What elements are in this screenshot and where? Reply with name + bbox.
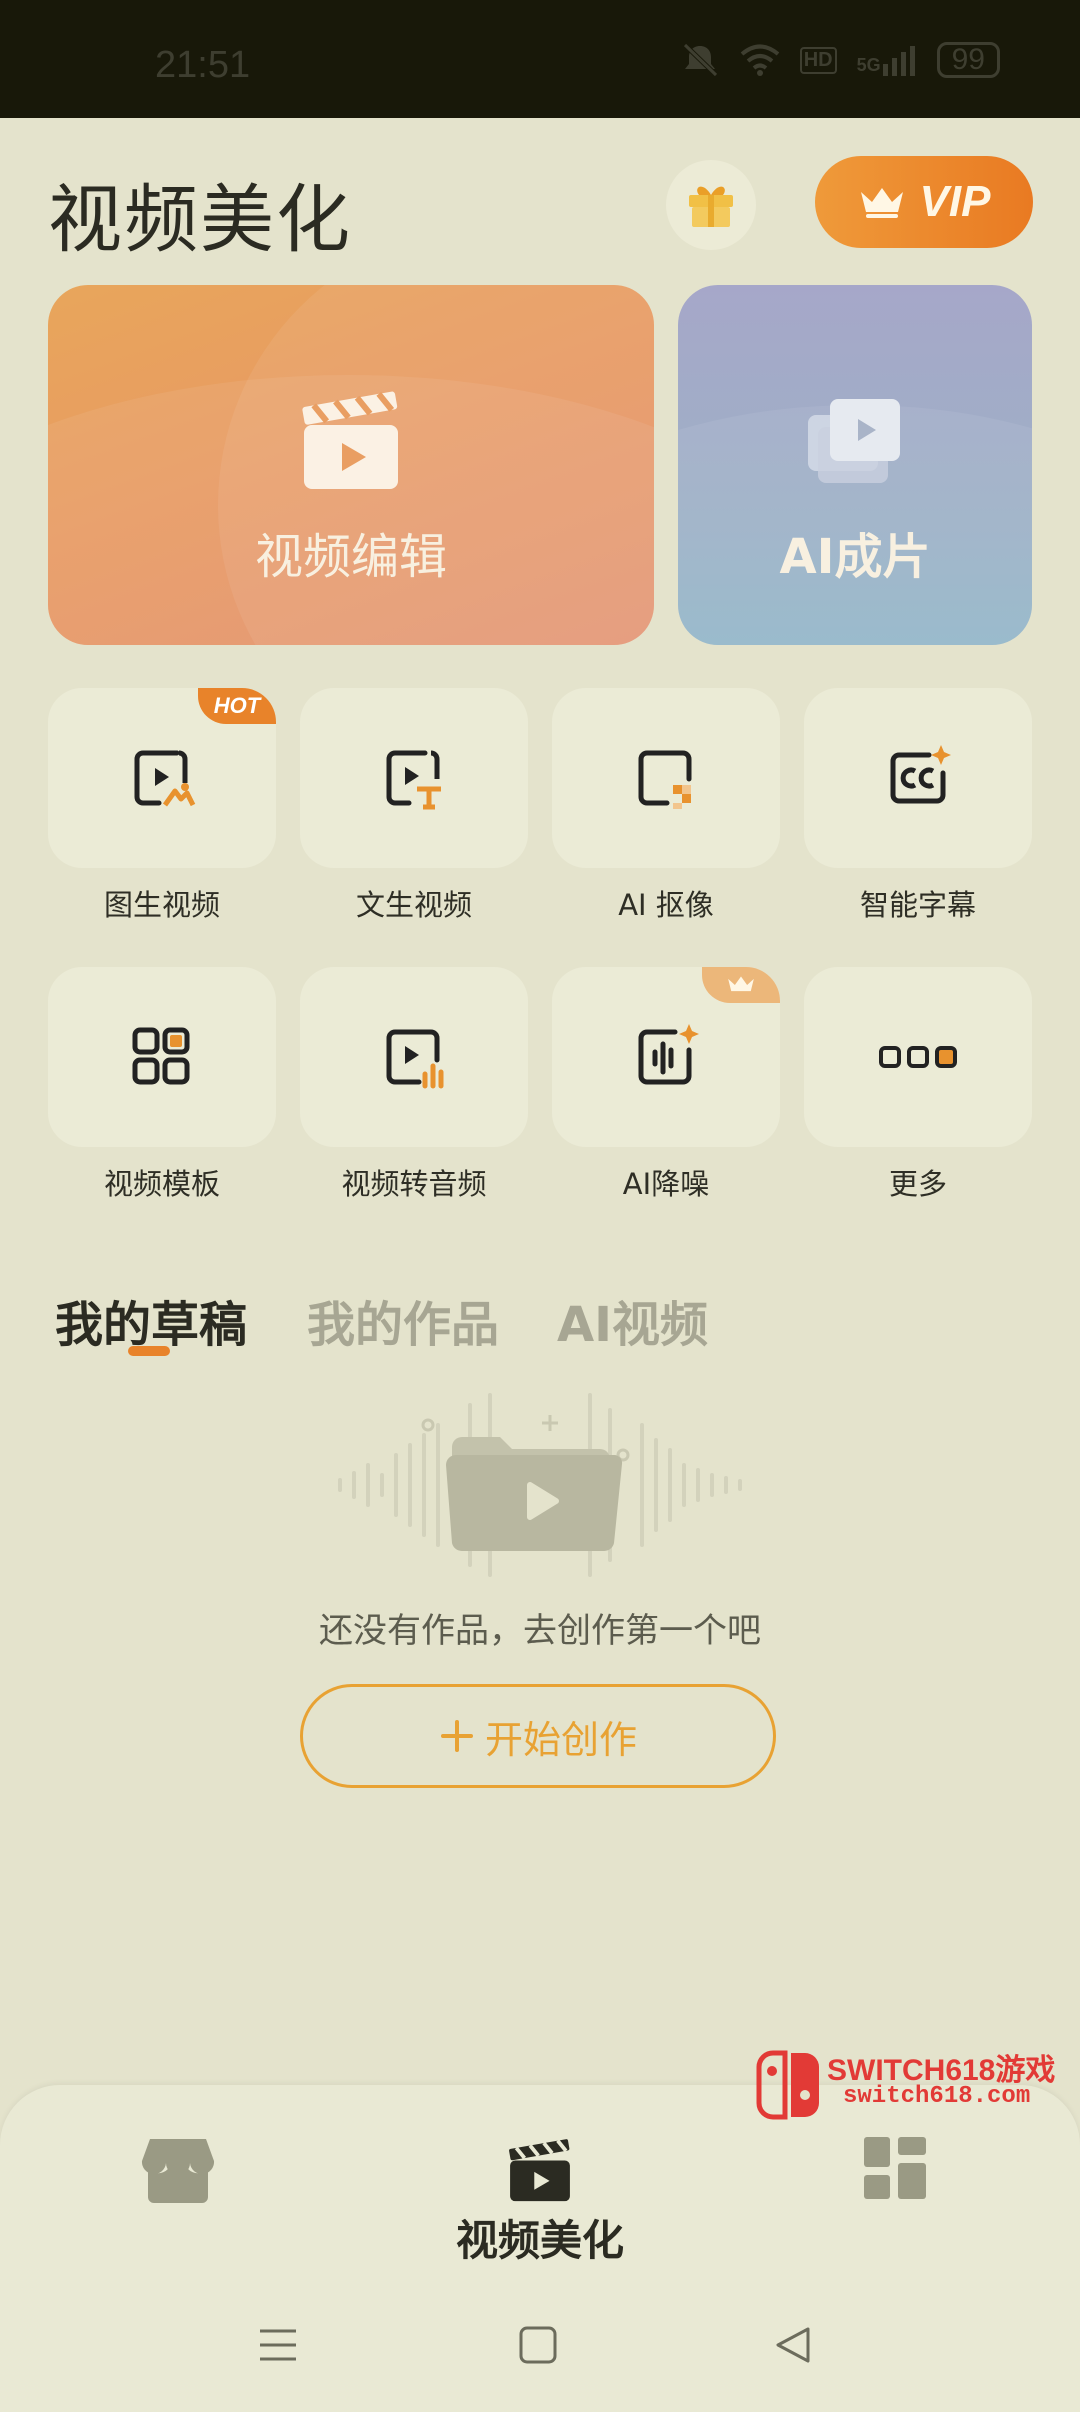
bottom-nav: 视频美化 — [0, 2085, 1080, 2412]
tool-label: AI降噪 — [622, 1167, 710, 1201]
ai-video-label: AI成片 — [779, 529, 931, 585]
gift-icon — [689, 186, 733, 227]
premium-badge — [702, 967, 780, 1003]
switch-logo-icon — [756, 2050, 819, 2120]
tool-text-to-video[interactable]: 文生视频 — [300, 688, 528, 924]
status-icons: HD 5G 99 — [680, 42, 1000, 78]
network-type: 5G — [857, 44, 917, 76]
more-dots-icon — [879, 1046, 957, 1068]
tab-active-indicator — [128, 1346, 170, 1356]
tool-video-to-audio[interactable]: 视频转音频 — [300, 967, 528, 1203]
clapperboard-icon — [302, 391, 398, 489]
video-to-audio-icon — [386, 1029, 444, 1089]
start-creating-button[interactable]: 开始创作 — [300, 1684, 776, 1788]
vip-button[interactable]: VIP — [815, 156, 1033, 248]
network-label: 5G — [856, 55, 881, 75]
tool-tile[interactable] — [48, 967, 276, 1147]
plus-icon — [440, 1720, 473, 1752]
tool-tile[interactable] — [804, 967, 1032, 1147]
tool-tile[interactable] — [552, 688, 780, 868]
tool-label: 智能字幕 — [859, 888, 976, 922]
tool-image-to-video[interactable]: HOT 图生视频 — [48, 688, 276, 924]
text-to-video-icon — [386, 750, 441, 810]
signal-icon — [882, 46, 915, 76]
gift-button[interactable] — [666, 160, 756, 250]
tool-tile[interactable] — [804, 688, 1032, 868]
crown-icon — [860, 188, 903, 218]
clapperboard-icon — [509, 2139, 570, 2202]
tab-my-drafts[interactable]: 我的草稿 — [55, 1285, 247, 1355]
status-bar: 21:51 HD 5G 99 — [0, 0, 1080, 118]
matting-icon — [638, 750, 692, 809]
crown-icon — [728, 976, 754, 992]
stacked-video-icon — [808, 399, 900, 483]
empty-state-message: 还没有作品，去创作第一个吧 — [319, 1611, 761, 1651]
hot-badge: HOT — [198, 688, 276, 724]
tool-tile[interactable] — [300, 688, 528, 868]
tool-label: 视频转音频 — [341, 1167, 487, 1201]
tab-ai-videos[interactable]: AI视频 — [557, 1285, 708, 1355]
tool-tile[interactable]: HOT — [48, 688, 276, 868]
page-title: 视频美化 — [48, 177, 352, 263]
tool-ai-denoise[interactable]: AI降噪 — [552, 967, 780, 1203]
video-edit-label: 视频编辑 — [254, 529, 447, 585]
templates-grid-icon — [132, 1027, 190, 1085]
watermark-url: switch618.com — [843, 2083, 1031, 2110]
empty-folder-illustration — [338, 1393, 742, 1577]
vip-label: VIP — [919, 177, 991, 226]
home-square-icon[interactable] — [518, 2325, 558, 2365]
tool-tile[interactable] — [552, 967, 780, 1147]
start-creating-label: 开始创作 — [484, 1717, 637, 1762]
tab-my-works[interactable]: 我的作品 — [307, 1285, 499, 1355]
nav-store[interactable] — [140, 2135, 216, 2205]
tool-ai-matting[interactable]: AI 抠像 — [552, 688, 780, 924]
tool-label: 文生视频 — [355, 888, 472, 922]
tool-label: AI 抠像 — [618, 888, 714, 922]
tool-more[interactable]: 更多 — [804, 967, 1032, 1203]
ai-video-card[interactable]: AI成片 — [678, 285, 1032, 645]
subtitles-cc-icon — [890, 745, 951, 804]
mute-icon — [682, 43, 718, 77]
menu-lines-icon[interactable] — [258, 2325, 298, 2365]
image-to-video-icon — [134, 750, 196, 807]
tool-label: 视频模板 — [103, 1167, 220, 1201]
wifi-icon — [740, 44, 779, 76]
store-icon — [141, 2139, 215, 2203]
back-triangle-icon[interactable] — [774, 2325, 814, 2365]
denoise-waveform-icon — [638, 1024, 699, 1085]
nav-video-beautify[interactable]: 视频美化 — [455, 2135, 625, 2268]
tool-label: 图生视频 — [103, 888, 220, 922]
status-time: 21:51 — [155, 44, 251, 86]
tool-tile[interactable] — [300, 967, 528, 1147]
apps-grid-icon — [864, 2137, 926, 2199]
watermark: SWITCH618游戏 switch618.com — [755, 2045, 1065, 2125]
system-navigation-bar — [0, 2325, 1080, 2385]
tool-video-templates[interactable]: 视频模板 — [48, 967, 276, 1203]
nav-video-label: 视频美化 — [455, 2216, 624, 2265]
video-edit-card[interactable]: 视频编辑 — [48, 285, 654, 645]
tool-label: 更多 — [888, 1167, 947, 1201]
nav-apps[interactable] — [862, 2135, 928, 2201]
tool-smart-subtitles[interactable]: 智能字幕 — [804, 688, 1032, 924]
battery-indicator: 99 — [936, 42, 1000, 78]
hd-indicator: HD — [799, 46, 837, 74]
